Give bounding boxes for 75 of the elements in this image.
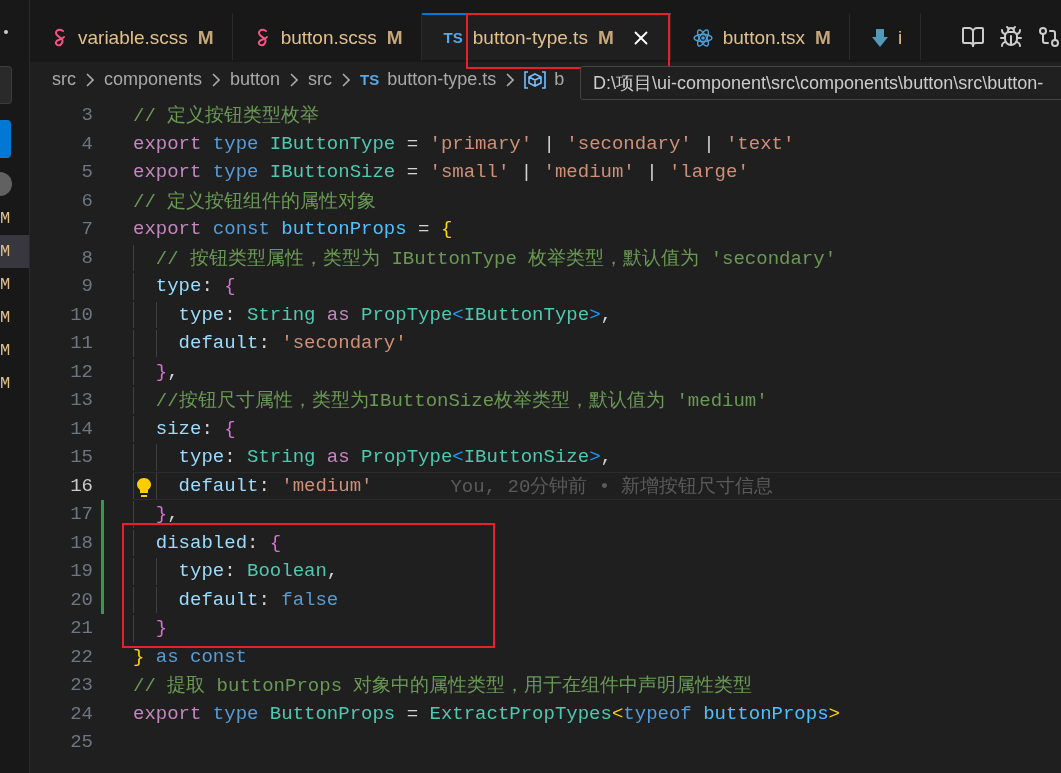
breadcrumb-item[interactable]: src xyxy=(52,69,76,90)
line-number: 6 xyxy=(81,189,93,212)
line-number: 16 xyxy=(70,474,93,497)
breadcrumb-item[interactable]: b xyxy=(524,69,565,90)
breadcrumb-item[interactable]: button xyxy=(230,69,281,90)
line-number: 25 xyxy=(70,731,93,754)
code-line: size: { xyxy=(155,417,236,440)
code-line: export type ButtonProps = ExtractPropTypes<typeof buttonProps> xyxy=(133,702,840,725)
code-line: type: String as PropType<IButtonSize>, xyxy=(178,446,612,469)
breadcrumb-item[interactable]: components xyxy=(104,69,203,90)
line-number: 4 xyxy=(81,132,93,155)
chevron-icon xyxy=(506,72,515,87)
lightbulb-icon[interactable] xyxy=(136,476,152,499)
line-number: 11 xyxy=(70,332,93,355)
line-number: 20 xyxy=(70,588,93,611)
code-line: //按钮尺寸属性，类型为IButtonSize枚举类型，默认值为 'medium' xyxy=(155,389,768,414)
editor-tab[interactable]: TS button-type.ts M xyxy=(421,13,671,60)
line-number: 3 xyxy=(81,104,93,127)
atom-icon xyxy=(692,27,713,48)
code-line: }, xyxy=(155,503,179,526)
code-line: default: 'medium' xyxy=(178,474,373,497)
breadcrumb-item[interactable]: src xyxy=(308,69,333,90)
code-line: } xyxy=(155,617,168,640)
file-status[interactable]: M xyxy=(0,235,29,268)
line-number: 21 xyxy=(70,617,93,640)
code-line: // 提取 buttonProps 对象中的属性类型，用于在组件中声明属性类型 xyxy=(133,674,753,699)
line-number: 12 xyxy=(70,360,93,383)
line-number: 17 xyxy=(70,503,93,526)
sass-icon xyxy=(52,27,68,48)
line-number: 7 xyxy=(81,218,93,241)
line-number: 19 xyxy=(70,560,93,583)
code-line: type: Boolean, xyxy=(178,560,339,583)
chevron-icon xyxy=(86,72,94,87)
code-line: export const buttonProps = { xyxy=(133,218,453,241)
code-line: type: { xyxy=(155,275,236,298)
code-line: type: String as PropType<IButtonType>, xyxy=(178,303,612,326)
typescript-icon: TS xyxy=(443,29,463,46)
file-status[interactable]: M xyxy=(0,301,29,334)
path-tooltip: D:\项目\ui-component\src\components\button\src\button- xyxy=(580,66,1061,100)
code-line: default: false xyxy=(178,588,339,611)
code-line: }, xyxy=(155,360,179,383)
code-line: disabled: { xyxy=(155,531,282,554)
chevron-icon xyxy=(212,72,221,87)
file-status[interactable]: M xyxy=(0,367,29,400)
line-number: 5 xyxy=(81,161,93,184)
line-number: 14 xyxy=(70,417,93,440)
chevron-icon xyxy=(290,72,299,87)
file-status[interactable]: M xyxy=(0,202,29,235)
line-number: 18 xyxy=(70,531,93,554)
line-number: 24 xyxy=(70,702,93,725)
blame-annotation: You, 20分钟前 • 新增按钮尺寸信息 xyxy=(450,474,774,499)
code-line: // 定义按钮组件的属性对象 xyxy=(133,189,377,214)
line-number: 9 xyxy=(81,275,93,298)
code-line: // 按钮类型属性，类型为 IButtonType 枚举类型，默认值为 'secondary' xyxy=(155,246,837,271)
breadcrumb-item[interactable]: TS button-type.ts xyxy=(360,69,497,90)
code-line: default: 'secondary' xyxy=(178,332,407,355)
line-number: 22 xyxy=(70,645,93,668)
typescript-icon: TS xyxy=(360,71,380,88)
download-arrow-icon xyxy=(871,28,888,47)
line-number: 23 xyxy=(70,674,93,697)
line-number: 15 xyxy=(70,446,93,469)
code-line: } as const xyxy=(133,645,248,668)
line-number: 10 xyxy=(70,303,93,326)
compare-button[interactable] xyxy=(1037,24,1061,49)
file-status[interactable]: M xyxy=(0,268,29,301)
symbol-icon xyxy=(524,70,547,89)
code-line: export type IButtonSize = 'small' | 'medium' | 'large' xyxy=(133,161,749,184)
file-status[interactable]: M xyxy=(0,334,29,367)
line-number: 13 xyxy=(70,389,93,412)
line-number: 8 xyxy=(81,246,93,269)
code-line: // 定义按钮类型枚举 xyxy=(133,104,320,129)
preview-button[interactable] xyxy=(961,24,985,49)
debug-button[interactable] xyxy=(999,24,1023,49)
code-line: export type IButtonType = 'primary' | 'secondary' | 'text' xyxy=(133,132,795,155)
chevron-icon xyxy=(342,72,351,87)
